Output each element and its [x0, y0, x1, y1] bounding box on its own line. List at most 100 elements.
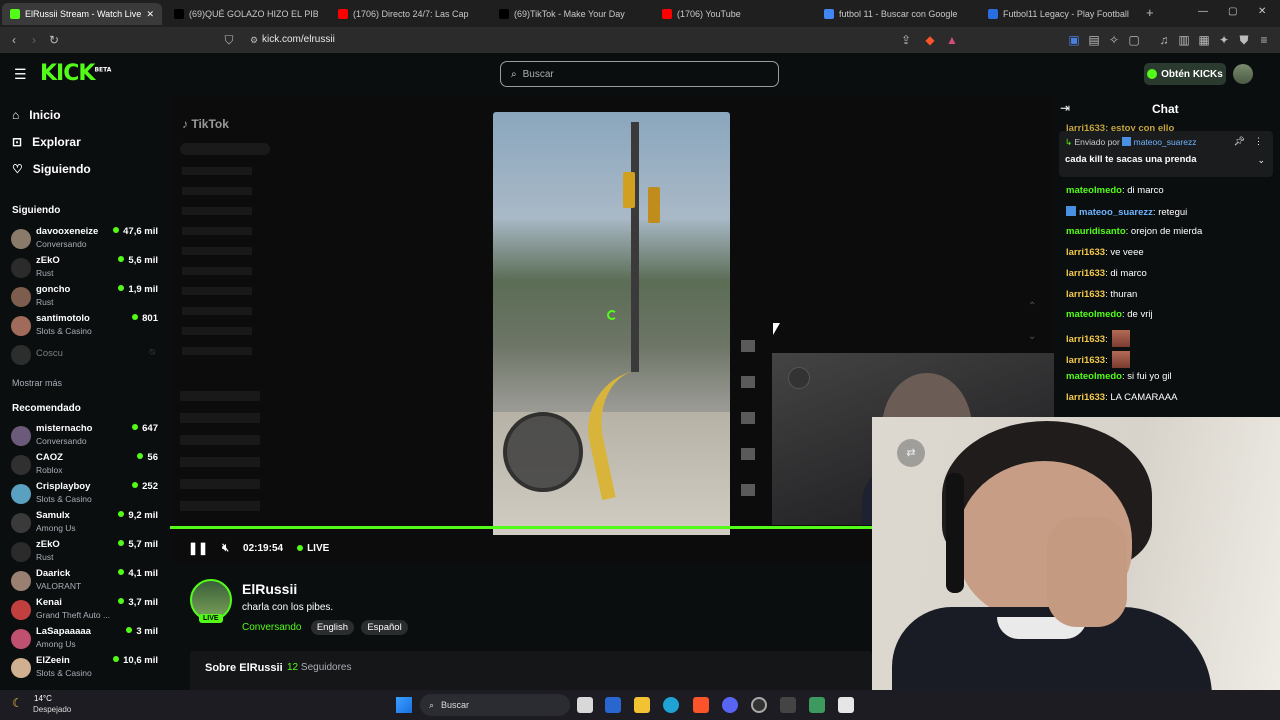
wallet-icon[interactable]: ▦	[1196, 32, 1212, 48]
tag-english[interactable]: English	[310, 620, 354, 635]
chat-username[interactable]: larri1633	[1066, 392, 1105, 403]
share-icon[interactable]: ⇪	[898, 32, 914, 48]
chat-username[interactable]: mauridisanto	[1066, 226, 1126, 237]
pin-icon[interactable]: 📌︎	[1234, 136, 1245, 147]
hamburger-menu-icon[interactable]: ☰	[14, 66, 27, 83]
channel-list-item[interactable]: Coscu ⍉	[11, 341, 161, 367]
channel-list-item[interactable]: goncho Rust 1,9 mil	[11, 283, 161, 309]
puzzle-icon[interactable]: ✧	[1106, 32, 1122, 48]
steam-icon[interactable]	[751, 697, 767, 713]
extension-icon[interactable]: ▣	[1066, 32, 1082, 48]
channel-list-item[interactable]: Kenai Grand Theft Auto ... 3,7 mil	[11, 596, 161, 622]
channel-list-item[interactable]: zEkO Rust 5,6 mil	[11, 254, 161, 280]
channel-list-item[interactable]: CAOZ Roblox 56	[11, 451, 161, 477]
chat-username[interactable]: mateolmedo	[1066, 309, 1122, 320]
store-icon[interactable]	[605, 697, 621, 713]
adjust-icon[interactable]: ⇄	[897, 439, 925, 467]
sidebar-toggle-icon[interactable]: ▥	[1176, 32, 1192, 48]
reload-icon[interactable]: ↻	[46, 32, 62, 48]
extension-icon[interactable]: ▢	[1126, 32, 1142, 48]
browser-tab[interactable]: Futbol11 Legacy - Play Football Leg	[980, 3, 1140, 25]
channel-list-item[interactable]: Crisplayboy Slots & Casino 252	[11, 480, 161, 506]
more-options-icon[interactable]: ⋮	[1254, 136, 1263, 147]
channel-list-item[interactable]: Samulx Among Us 9,2 mil	[11, 509, 161, 535]
muted-speaker-icon[interactable]: 🔇︎	[222, 542, 229, 555]
app-icon[interactable]	[809, 697, 825, 713]
tiktok-side-menu	[182, 167, 252, 357]
vpn-icon[interactable]: ⛊	[1236, 32, 1252, 48]
user-avatar[interactable]	[1233, 64, 1253, 84]
nav-item-explorar[interactable]: ⊡ Explorar	[12, 135, 81, 149]
browser-tab[interactable]: ElRussii Stream - Watch Live ✕	[2, 3, 162, 25]
app-icon[interactable]	[838, 697, 854, 713]
forward-icon[interactable]: ›	[26, 32, 42, 48]
stream-category[interactable]: Conversando	[242, 622, 301, 633]
headset	[946, 473, 964, 593]
chat-username[interactable]: mateoo_suarezz	[1079, 207, 1153, 218]
chevron-down-icon[interactable]: ⌄	[1257, 155, 1265, 166]
nav-item-siguiendo[interactable]: ♡ Siguiendo	[12, 162, 91, 176]
windows-start-icon[interactable]	[396, 697, 412, 713]
chat-username[interactable]: larri1633	[1066, 289, 1105, 300]
task-view-icon[interactable]	[577, 697, 593, 713]
channel-category: Conversando	[36, 436, 87, 446]
channel-list-item[interactable]: davooxeneize Conversando 47,6 mil	[11, 225, 161, 251]
chat-username[interactable]: larri1633	[1066, 247, 1105, 258]
channel-list-item[interactable]: santimotolo Slots & Casino 801	[11, 312, 161, 338]
channel-list-item[interactable]: Daarick VALORANT 4,1 mil	[11, 567, 161, 593]
browser-tab[interactable]: (69)QUÉ GOLAZO HIZO EL PIBE	[166, 3, 326, 25]
channel-list-item[interactable]: LaSapaaaaa Among Us 3 mil	[11, 625, 161, 651]
emote-image	[1111, 329, 1130, 347]
channel-list-item[interactable]: misternacho Conversando 647	[11, 422, 161, 448]
terminal-icon[interactable]	[780, 697, 796, 713]
brave-rewards-icon[interactable]: ▲	[944, 32, 960, 48]
brave-icon[interactable]	[693, 697, 709, 713]
menu-icon[interactable]: ≡	[1256, 32, 1272, 48]
search-icon: ⌕	[511, 68, 517, 80]
browser-tab[interactable]: (1706) Directo 24/7: Las Cap	[330, 3, 490, 25]
file-explorer-icon[interactable]	[634, 697, 650, 713]
back-icon[interactable]: ‹	[6, 32, 22, 48]
tag-espanol[interactable]: Español	[361, 620, 408, 635]
edge-icon[interactable]	[663, 697, 679, 713]
media-icon[interactable]: ♫	[1156, 32, 1172, 48]
taskbar-search[interactable]: ⌕ Buscar	[420, 694, 570, 716]
channel-name[interactable]: ElRussii	[242, 581, 297, 597]
offline-icon: ⍉	[149, 347, 155, 357]
get-kicks-button[interactable]: Obtén KICKs	[1144, 63, 1226, 85]
pause-icon[interactable]: ❚❚	[188, 541, 208, 555]
url-field[interactable]: kick.com/elrussii	[262, 32, 962, 48]
extension-icon[interactable]: ▤	[1086, 32, 1102, 48]
browser-tab[interactable]: (69)TikTok - Make Your Day	[491, 3, 651, 25]
site-settings-icon[interactable]: ⚙	[246, 32, 262, 48]
stream-uptime: 02:19:54	[243, 542, 284, 554]
bookmark-icon[interactable]: ⛉	[221, 32, 237, 48]
brave-shield-icon[interactable]: ◆	[922, 32, 938, 48]
show-more-link[interactable]: Mostrar más	[12, 378, 62, 388]
chat-username[interactable]: mateolmedo	[1066, 185, 1122, 196]
maximize-icon[interactable]: ▢	[1228, 6, 1237, 17]
chat-message: larri1633: thuran	[1066, 289, 1137, 300]
close-window-icon[interactable]: ✕	[1258, 6, 1266, 17]
browser-tab[interactable]: (1706) YouTube	[654, 3, 814, 25]
kick-logo[interactable]: KICKBETA	[40, 61, 111, 86]
chat-username[interactable]: mateolmedo	[1066, 371, 1122, 382]
live-indicator: LIVE	[297, 543, 329, 554]
new-tab-icon[interactable]: +	[1146, 5, 1154, 20]
chat-username[interactable]: larri1633	[1066, 355, 1105, 366]
channel-list-item[interactable]: zEkO Rust 5,7 mil	[11, 538, 161, 564]
search-input[interactable]: ⌕ Buscar	[500, 61, 779, 87]
browser-tab[interactable]: futbol 11 - Buscar con Google	[816, 3, 976, 25]
leo-icon[interactable]: ✦	[1216, 32, 1232, 48]
pinned-message[interactable]: ↳ Enviado por mateoo_suarezz 📌︎ ⋮ cada k…	[1059, 131, 1273, 177]
playback-progress-bar[interactable]	[170, 526, 872, 529]
close-tab-icon[interactable]: ✕	[146, 9, 154, 20]
chat-username[interactable]: larri1633	[1066, 268, 1105, 279]
channel-list-item[interactable]: ElZeein Slots & Casino 10,6 mil	[11, 654, 161, 680]
collapse-chat-icon[interactable]: ⇥	[1060, 101, 1070, 115]
recommended-section-title: Recomendado	[12, 403, 81, 414]
nav-item-inicio[interactable]: ⌂ Inicio	[12, 108, 61, 122]
discord-icon[interactable]	[722, 697, 738, 713]
minimize-icon[interactable]: —	[1198, 6, 1208, 17]
chat-username[interactable]: larri1633	[1066, 334, 1105, 345]
